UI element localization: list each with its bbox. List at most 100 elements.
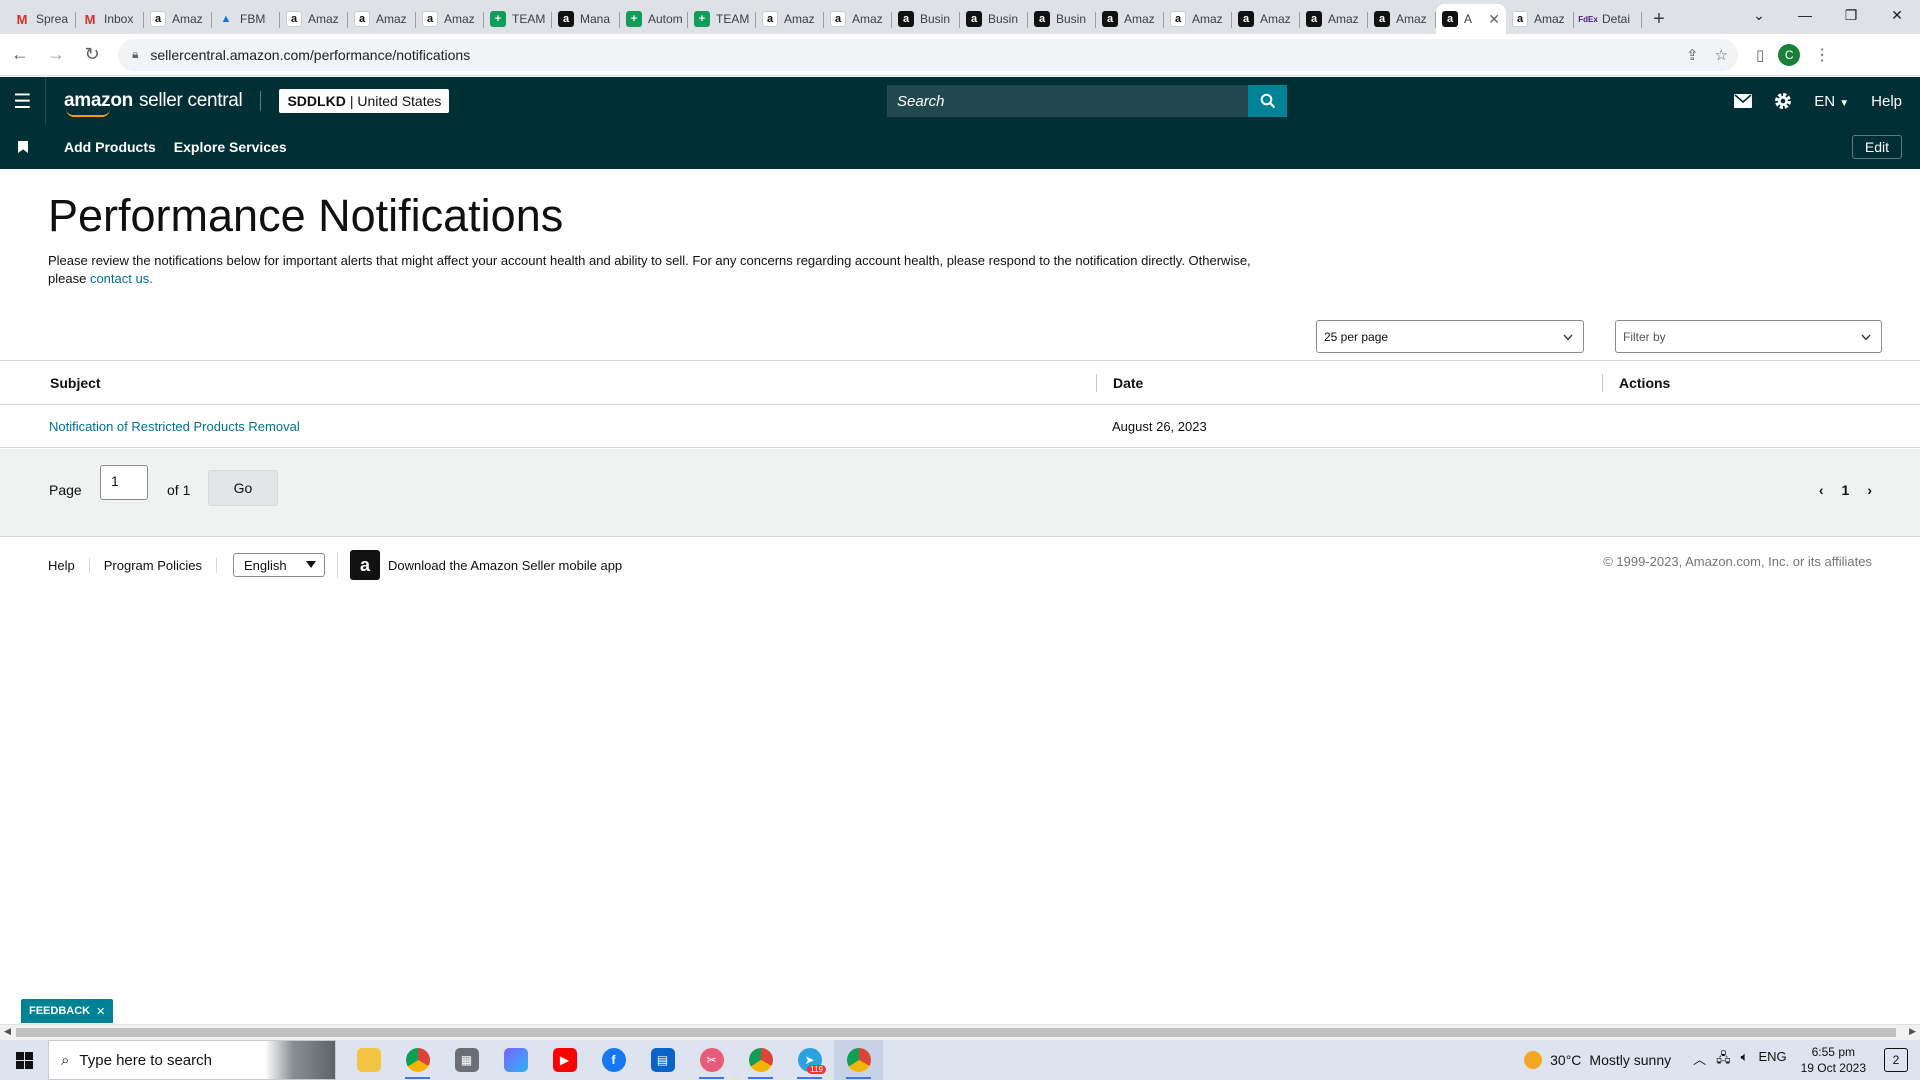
taskbar-clock[interactable]: 6:55 pm 19 Oct 2023 <box>1801 1044 1866 1076</box>
search-input[interactable]: Search <box>887 85 1248 117</box>
close-icon[interactable]: ✕ <box>96 1005 105 1018</box>
footer-help-link[interactable]: Help <box>34 557 90 573</box>
forward-button[interactable]: → <box>40 39 72 71</box>
browser-tab[interactable]: + Autom <box>620 4 688 34</box>
start-button[interactable] <box>0 1040 48 1080</box>
per-page-select[interactable]: 25 per page <box>1316 320 1584 353</box>
column-header-date[interactable]: Date <box>1113 361 1143 404</box>
new-tab-button[interactable]: + <box>1642 4 1676 34</box>
gear-icon[interactable] <box>1774 92 1792 110</box>
store-switcher[interactable]: SDDLKD | United States <box>279 89 450 113</box>
browser-tab[interactable]: a Amaz <box>1368 4 1436 34</box>
page-number-input[interactable]: 1 <box>100 465 148 500</box>
current-page-number[interactable]: 1 <box>1842 482 1850 498</box>
facebook-icon: f <box>601 1048 626 1072</box>
notification-subject-link[interactable]: Notification of Restricted Products Remo… <box>49 405 300 447</box>
amazon-app-icon[interactable]: a <box>350 550 381 580</box>
bookmark-star-icon[interactable]: ☆ <box>1715 46 1728 64</box>
chevron-right-icon[interactable]: › <box>1867 482 1872 498</box>
browser-tab[interactable]: + TEAM <box>484 4 552 34</box>
minimize-button[interactable]: — <box>1782 0 1828 30</box>
amazon-seller-central-logo[interactable]: amazon seller central <box>64 90 243 117</box>
column-header-subject[interactable]: Subject <box>50 361 101 404</box>
help-link[interactable]: Help <box>1871 93 1902 110</box>
snipping-tool-app[interactable]: ✂ <box>687 1040 736 1080</box>
chrome-app-1[interactable] <box>393 1040 442 1080</box>
network-icon[interactable]: 🖧︎ <box>1716 1049 1731 1071</box>
calculator-app[interactable]: ▦ <box>442 1040 491 1080</box>
footer-language-select[interactable]: English <box>233 553 326 577</box>
browser-tab[interactable]: a Amaz <box>1232 4 1300 34</box>
notification-date: August 26, 2023 <box>1112 418 1207 434</box>
browser-tab[interactable]: a Amaz <box>1300 4 1368 34</box>
facebook-app[interactable]: f <box>589 1040 638 1080</box>
browser-tab[interactable]: a Busin <box>1028 4 1096 34</box>
browser-tab[interactable]: a A ✕ <box>1436 4 1506 34</box>
browser-tab[interactable]: a Amaz <box>1506 4 1574 34</box>
browser-tab[interactable]: FdEx Detai <box>1574 4 1642 34</box>
browser-tab[interactable]: a Amaz <box>280 4 348 34</box>
chevron-left-icon[interactable]: ‹ <box>1819 482 1824 498</box>
chrome-app-2[interactable] <box>736 1040 785 1080</box>
browser-tab[interactable]: a Amaz <box>1096 4 1164 34</box>
browser-tab[interactable]: a Busin <box>960 4 1028 34</box>
volume-icon[interactable]: 🔈︎ <box>1741 1049 1749 1071</box>
store-icon: ▤ <box>650 1048 675 1072</box>
horizontal-scrollbar[interactable]: ◀ ▶ <box>0 1024 1920 1040</box>
filter-by-select[interactable]: Filter by <box>1615 320 1882 353</box>
share-icon[interactable]: ⇪ <box>1686 46 1699 64</box>
chrome-icon <box>748 1048 773 1072</box>
language-selector[interactable]: EN ▼ <box>1814 93 1849 110</box>
browser-tab[interactable]: + TEAM <box>688 4 756 34</box>
browser-tab[interactable]: M Inbox <box>76 4 144 34</box>
nav-explore-services[interactable]: Explore Services <box>174 139 287 155</box>
profile-avatar[interactable]: C <box>1778 43 1801 66</box>
restore-button[interactable]: ❐ <box>1828 0 1874 30</box>
browser-tab[interactable]: a Amaz <box>824 4 892 34</box>
side-panel-icon[interactable]: ▯ <box>1756 46 1764 64</box>
nav-add-products[interactable]: Add Products <box>64 139 156 155</box>
file-explorer-app[interactable] <box>344 1040 393 1080</box>
close-window-button[interactable]: ✕ <box>1874 0 1920 30</box>
feedback-button[interactable]: FEEDBACK ✕ <box>21 999 114 1023</box>
hamburger-menu-icon[interactable]: ☰ <box>0 77 46 125</box>
telegram-app[interactable]: ➤ 119 <box>785 1040 834 1080</box>
microsoft-store-app[interactable]: ▤ <box>638 1040 687 1080</box>
chevron-up-icon[interactable]: ︿ <box>1693 1049 1706 1071</box>
go-button[interactable]: Go <box>208 470 278 506</box>
browser-tab[interactable]: a Amaz <box>144 4 212 34</box>
reload-button[interactable]: ↻ <box>76 39 108 71</box>
bookmark-icon[interactable] <box>18 141 28 153</box>
browser-tab[interactable]: a Amaz <box>416 4 484 34</box>
search-button[interactable] <box>1248 85 1287 117</box>
tab-title: TEAM <box>716 12 750 26</box>
close-tab-icon[interactable]: ✕ <box>1488 11 1500 28</box>
contact-us-link[interactable]: contact us. <box>90 271 153 286</box>
back-button[interactable]: ← <box>4 39 36 71</box>
browser-tab[interactable]: a Amaz <box>756 4 824 34</box>
footer-program-policies-link[interactable]: Program Policies <box>90 557 218 573</box>
edit-bookmarks-button[interactable]: Edit <box>1851 135 1902 159</box>
address-bar[interactable]: 🔒︎ sellercentral.amazon.com/performance/… <box>118 38 1738 71</box>
input-language[interactable]: ENG <box>1758 1049 1786 1071</box>
browser-tab[interactable]: ▲ FBM <box>212 4 280 34</box>
browser-tab[interactable]: a Busin <box>892 4 960 34</box>
browser-tab[interactable]: a Mana <box>552 4 620 34</box>
scrollbar-thumb[interactable] <box>16 1028 1896 1037</box>
weather-widget[interactable]: 30°C Mostly sunny <box>1524 1051 1671 1069</box>
chevron-down-icon <box>1861 334 1871 341</box>
copilot-app[interactable] <box>491 1040 540 1080</box>
browser-tab[interactable]: a Amaz <box>348 4 416 34</box>
mail-icon[interactable] <box>1734 94 1753 108</box>
tab-search-icon[interactable]: ⌄ <box>1736 0 1782 30</box>
taskbar-search[interactable]: ⌕ Type here to search <box>48 1040 336 1080</box>
browser-tab[interactable]: M Sprea <box>8 4 76 34</box>
scroll-left-arrow-icon[interactable]: ◀ <box>4 1026 11 1037</box>
scroll-right-arrow-icon[interactable]: ▶ <box>1909 1026 1916 1037</box>
download-app-link[interactable]: Download the Amazon Seller mobile app <box>388 558 622 573</box>
youtube-app[interactable]: ▶ <box>540 1040 589 1080</box>
notification-center-icon[interactable]: 2 <box>1884 1048 1908 1072</box>
browser-tab[interactable]: a Amaz <box>1164 4 1232 34</box>
browser-menu-icon[interactable]: ⋮ <box>1814 45 1830 65</box>
chrome-app-3[interactable] <box>834 1040 883 1080</box>
